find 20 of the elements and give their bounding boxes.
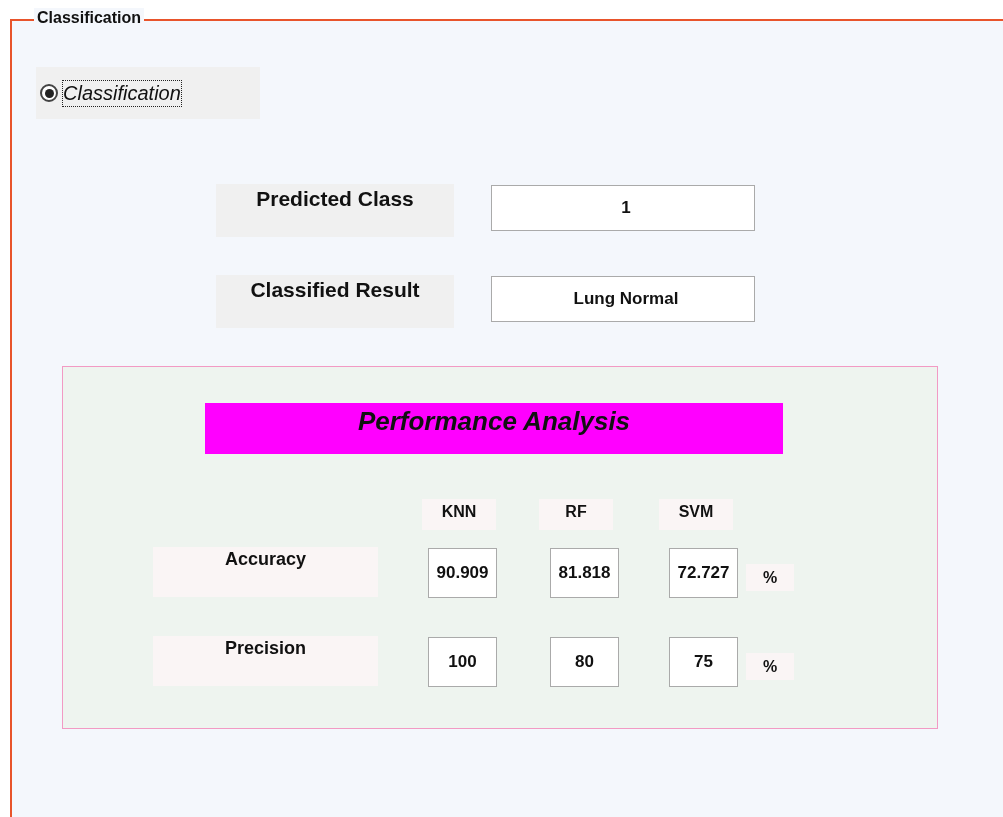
column-header: KNN [422,499,496,530]
unit-label: % [746,653,794,680]
radio-label[interactable]: Classification [62,79,182,107]
column-header: SVM [659,499,733,530]
output-label: Classified Result [216,275,454,328]
metric-field: 80 [550,637,619,687]
metric-label: Precision [153,636,378,686]
output-label: Predicted Class [216,184,454,237]
metric-field: 90.909 [428,548,497,598]
metric-field: 81.818 [550,548,619,598]
section-title: Performance Analysis [205,403,783,454]
output-field: 1 [491,185,755,231]
output-field: Lung Normal [491,276,755,322]
radio-button[interactable] [40,84,58,102]
column-header: RF [539,499,613,530]
metric-field: 72.727 [669,548,738,598]
metric-label: Accuracy [153,547,378,597]
unit-label: % [746,564,794,591]
metric-field: 75 [669,637,738,687]
metric-field: 100 [428,637,497,687]
